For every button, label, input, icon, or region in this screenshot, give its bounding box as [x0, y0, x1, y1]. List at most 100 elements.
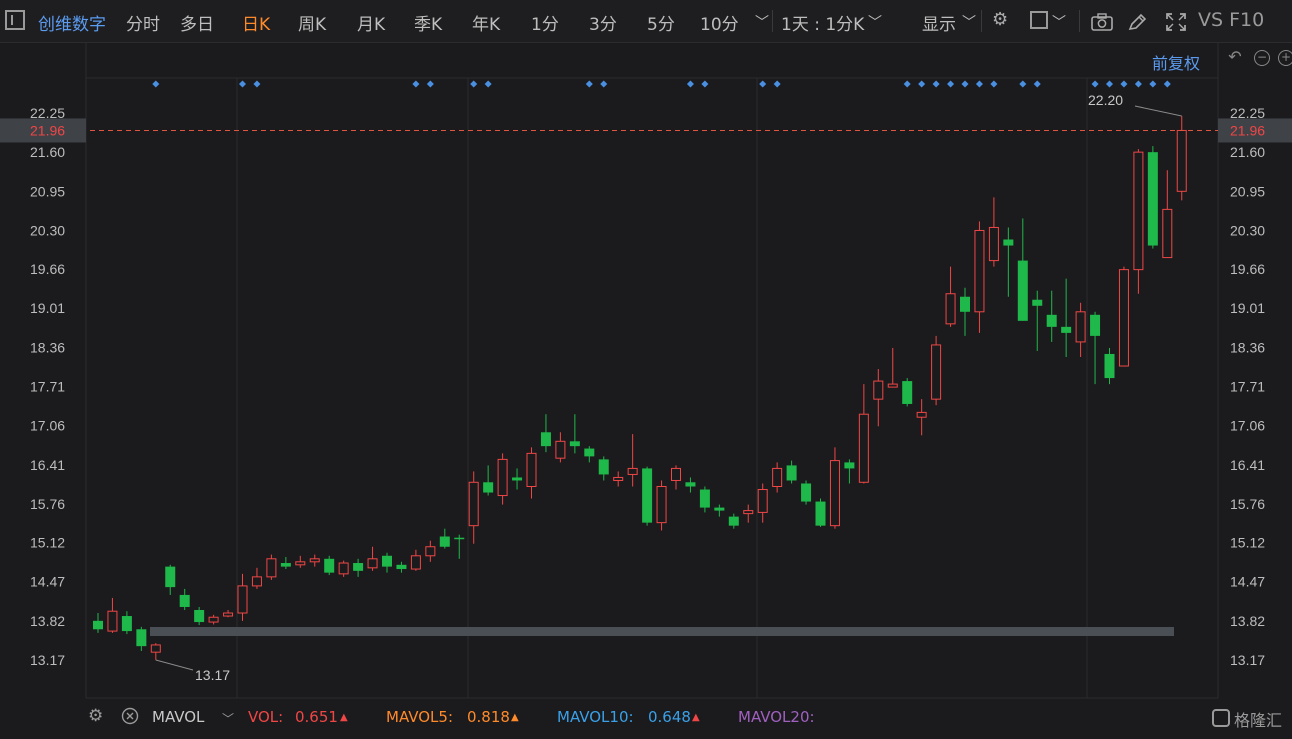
period-tab-monthly[interactable]: 月K: [357, 10, 385, 35]
vol-label: VOL:: [248, 708, 284, 726]
event-marker: [484, 80, 492, 88]
y-tick-label-right: 17.71: [1230, 379, 1265, 395]
y-tick-label-left: 19.01: [30, 300, 65, 316]
candle-body: [786, 465, 797, 481]
candle-body: [1075, 311, 1086, 343]
event-marker: [975, 80, 983, 88]
candle: [685, 477, 696, 493]
candle: [266, 554, 277, 580]
display-menu[interactable]: 显示: [922, 10, 956, 35]
settings-icon[interactable]: ⚙: [992, 9, 1008, 30]
range-select[interactable]: 1天 : 1分K: [781, 10, 864, 35]
camera-icon[interactable]: [1090, 12, 1114, 32]
candle: [613, 471, 624, 487]
event-marker: [990, 80, 998, 88]
candle: [960, 287, 970, 336]
candle-body: [916, 411, 927, 418]
candle: [801, 480, 812, 505]
vol-up-arrow-icon: ▲: [340, 712, 348, 723]
pen-icon[interactable]: [1126, 11, 1148, 33]
period-tab-weekly[interactable]: 周K: [298, 10, 326, 35]
candle-body: [194, 609, 205, 623]
period-tab-5min[interactable]: 5分: [647, 10, 675, 35]
stock-name[interactable]: 创维数字: [38, 10, 106, 35]
event-marker: [961, 80, 969, 88]
y-tick-label-right: 13.17: [1230, 652, 1265, 668]
candle-body: [251, 576, 262, 587]
candle-body: [945, 293, 956, 325]
period-tab-3min[interactable]: 3分: [589, 10, 617, 35]
period-tab-10min[interactable]: 10分: [700, 10, 739, 35]
y-tick-label-right: 19.66: [1230, 261, 1265, 277]
chevron-down-icon[interactable]: ﹀: [1052, 12, 1066, 32]
candle-body: [396, 564, 407, 570]
candle-body: [1003, 239, 1014, 246]
chevron-down-icon[interactable]: ﹀: [222, 710, 234, 727]
current-price-label-left: 21.96: [30, 122, 65, 138]
sidebar-toggle-icon[interactable]: [5, 10, 25, 30]
candle-body: [382, 555, 392, 567]
mavol5-up-arrow-icon: ▲: [511, 712, 519, 723]
mavol20-label: MAVOL20:: [738, 708, 815, 726]
mavol10-up-arrow-icon: ▲: [692, 712, 700, 723]
logo-icon: [1212, 709, 1230, 727]
event-marker: [426, 80, 434, 88]
close-icon[interactable]: [121, 707, 139, 725]
y-tick-label-left: 15.76: [30, 496, 65, 512]
candle-body: [656, 486, 667, 524]
candlestick-chart[interactable]: 22.25 22.2521.60 21.6020.95 20.9520.30 20.30…: [0, 42, 1292, 699]
mavol10-value: 0.648: [648, 708, 691, 726]
period-tab-daily[interactable]: 日K: [242, 10, 270, 35]
candle: [931, 335, 942, 406]
period-tab-intraday[interactable]: 分时: [126, 10, 160, 35]
chevron-down-icon[interactable]: ﹀: [755, 12, 769, 32]
price-axis: 22.25 22.2521.60 21.6020.95 20.9520.30 20.30…: [30, 105, 1265, 668]
candle-body: [1176, 129, 1187, 192]
chevron-down-icon[interactable]: ﹀: [868, 12, 882, 32]
candle: [974, 221, 985, 333]
event-marker: [1091, 80, 1099, 88]
toolbar-divider: [1079, 10, 1080, 32]
period-tab-quarterly[interactable]: 季K: [414, 10, 442, 35]
candle-body: [324, 558, 335, 573]
settings-icon[interactable]: ⚙: [88, 706, 103, 726]
period-tab-yearly[interactable]: 年K: [472, 10, 500, 35]
period-tab-1min[interactable]: 1分: [531, 10, 559, 35]
mavol5-value: 0.818: [467, 708, 510, 726]
candle: [295, 555, 306, 568]
candle: [194, 606, 205, 626]
indicator-select[interactable]: MAVOL: [152, 708, 204, 726]
candle: [223, 609, 234, 618]
candle: [136, 626, 147, 651]
candle-body: [309, 558, 320, 563]
candle: [454, 534, 465, 559]
y-tick-label-left: 16.41: [30, 457, 65, 473]
high-leader-line: [1134, 105, 1182, 117]
checkbox-icon[interactable]: [1030, 11, 1048, 29]
candle-body: [266, 558, 277, 578]
toolbar: 创维数字 分时 多日 日K 周K 月K 季K 年K 1分 3分 5分 10分 ﹀…: [0, 0, 1292, 43]
candle-body: [1090, 314, 1101, 336]
y-tick-label-right: 20.95: [1230, 183, 1265, 199]
chevron-down-icon[interactable]: ﹀: [962, 12, 976, 32]
candle-body: [844, 462, 855, 469]
candle-body: [526, 452, 537, 488]
y-tick-label-left: 20.30: [30, 222, 65, 238]
candle: [237, 573, 248, 621]
period-tab-multiday[interactable]: 多日: [180, 10, 214, 35]
low-leader-line: [155, 659, 194, 671]
candle-body: [685, 482, 696, 487]
candle-body: [512, 477, 523, 481]
vs-f10-link[interactable]: VS F10: [1198, 9, 1264, 31]
candle: [757, 483, 768, 523]
candle-body: [107, 610, 118, 632]
candle-body: [179, 594, 190, 607]
range-scrollbar[interactable]: [150, 627, 1174, 636]
candle-body: [497, 458, 508, 497]
fullscreen-icon[interactable]: [1164, 11, 1188, 33]
candle: [353, 558, 364, 577]
candle: [584, 446, 595, 463]
candle: [569, 414, 580, 454]
candle-body: [931, 344, 942, 400]
candle: [280, 556, 291, 570]
